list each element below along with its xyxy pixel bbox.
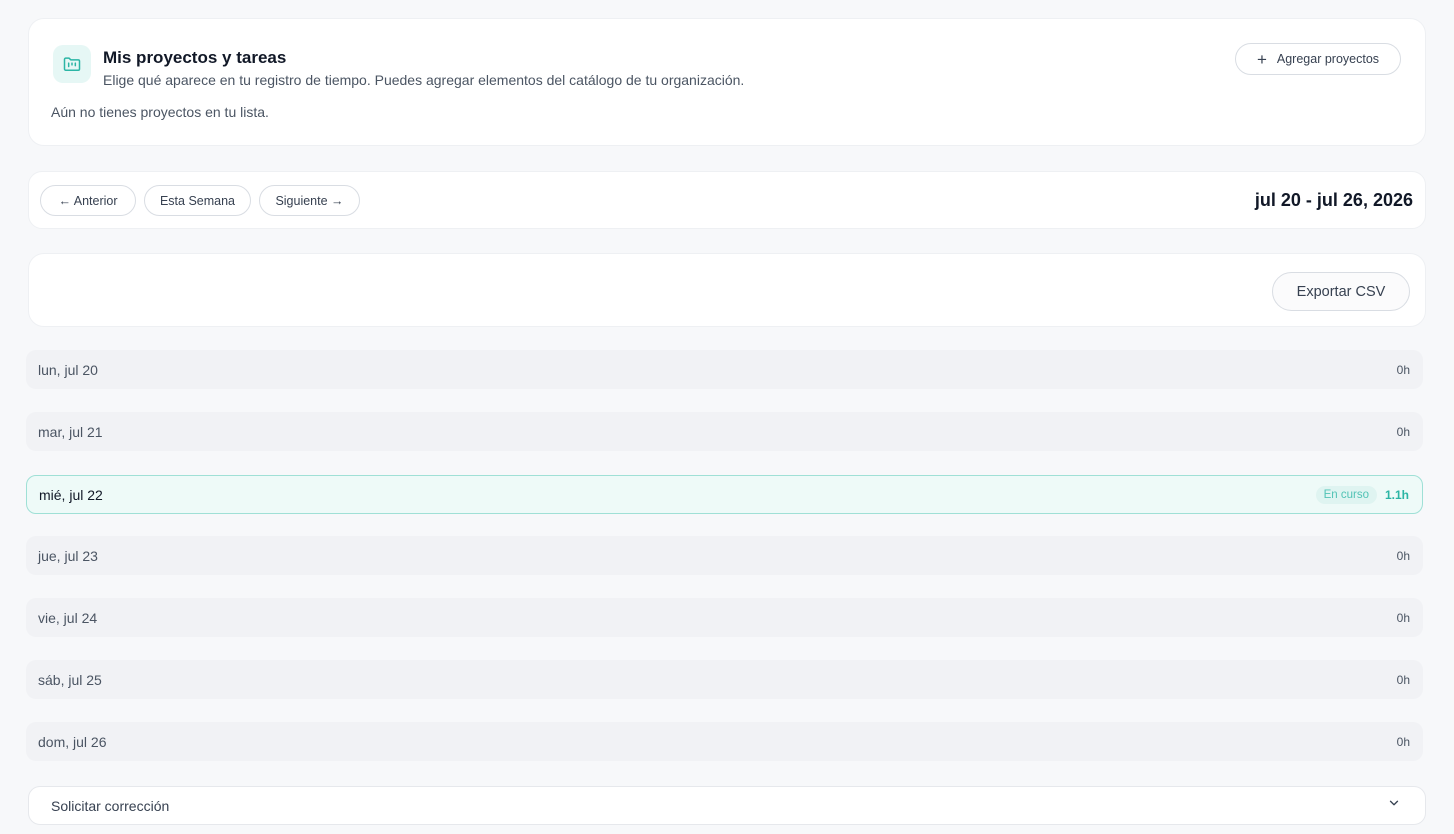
this-week-button[interactable]: Esta Semana: [144, 185, 251, 216]
day-hours: 0h: [1396, 424, 1410, 439]
timesheet-page: Mis proyectos y tareas Elige qué aparece…: [0, 0, 1454, 834]
day-hours: 0h: [1396, 362, 1410, 377]
day-hours: 0h: [1396, 734, 1410, 749]
day-summary: 0h: [1397, 673, 1410, 687]
day-label: vie, jul 24: [38, 609, 98, 626]
chevron-down-icon: [1387, 796, 1401, 815]
day-row-tue[interactable]: mar, jul 21 0h: [26, 412, 1423, 451]
previous-week-button[interactable]: ← Anterior: [40, 185, 136, 216]
add-projects-button[interactable]: + Agregar proyectos: [1235, 43, 1401, 75]
request-correction-label: Solicitar corrección: [51, 797, 170, 814]
day-row-sat[interactable]: sáb, jul 25 0h: [26, 660, 1423, 699]
day-summary: En curso 1.1h: [1315, 485, 1409, 504]
day-hours: 0h: [1396, 548, 1410, 563]
projects-card: Mis proyectos y tareas Elige qué aparece…: [28, 18, 1426, 146]
day-hours: 1.1h: [1384, 487, 1409, 502]
export-csv-button[interactable]: Exportar CSV: [1272, 272, 1410, 311]
week-range-title: jul 20 - jul 26, 2026: [1254, 190, 1413, 210]
next-week-button[interactable]: Siguiente →: [259, 185, 360, 216]
day-summary: 0h: [1397, 425, 1410, 439]
day-summary: 0h: [1397, 735, 1410, 749]
day-row-wed[interactable]: mié, jul 22 En curso 1.1h: [26, 475, 1423, 514]
day-label: lun, jul 20: [38, 361, 98, 378]
day-label: sáb, jul 25: [38, 671, 102, 688]
export-card: Exportar CSV: [28, 253, 1426, 327]
day-label: dom, jul 26: [38, 733, 107, 750]
week-navigation: ← Anterior Esta Semana Siguiente → jul 2…: [28, 171, 1426, 229]
day-label: jue, jul 23: [38, 547, 98, 564]
projects-subtitle: Elige qué aparece en tu registro de tiem…: [103, 72, 745, 88]
day-hours: 0h: [1396, 610, 1410, 625]
day-summary: 0h: [1397, 363, 1410, 377]
day-row-fri[interactable]: vie, jul 24 0h: [26, 598, 1423, 637]
day-label: mar, jul 21: [38, 423, 103, 440]
day-row-sun[interactable]: dom, jul 26 0h: [26, 722, 1423, 761]
day-summary: 0h: [1397, 549, 1410, 563]
folder-kanban-icon: [53, 45, 91, 83]
day-hours: 0h: [1396, 672, 1410, 687]
projects-empty-message: Aún no tienes proyectos en tu lista.: [51, 104, 269, 120]
day-row-mon[interactable]: lun, jul 20 0h: [26, 350, 1423, 389]
day-row-thu[interactable]: jue, jul 23 0h: [26, 536, 1423, 575]
day-summary: 0h: [1397, 611, 1410, 625]
day-label: mié, jul 22: [39, 486, 103, 503]
request-correction-toggle[interactable]: Solicitar corrección: [28, 786, 1426, 825]
in-progress-badge: En curso: [1315, 485, 1377, 504]
projects-title: Mis proyectos y tareas: [103, 48, 287, 67]
add-projects-label: Agregar proyectos: [1276, 52, 1380, 66]
plus-icon: +: [1256, 49, 1267, 69]
